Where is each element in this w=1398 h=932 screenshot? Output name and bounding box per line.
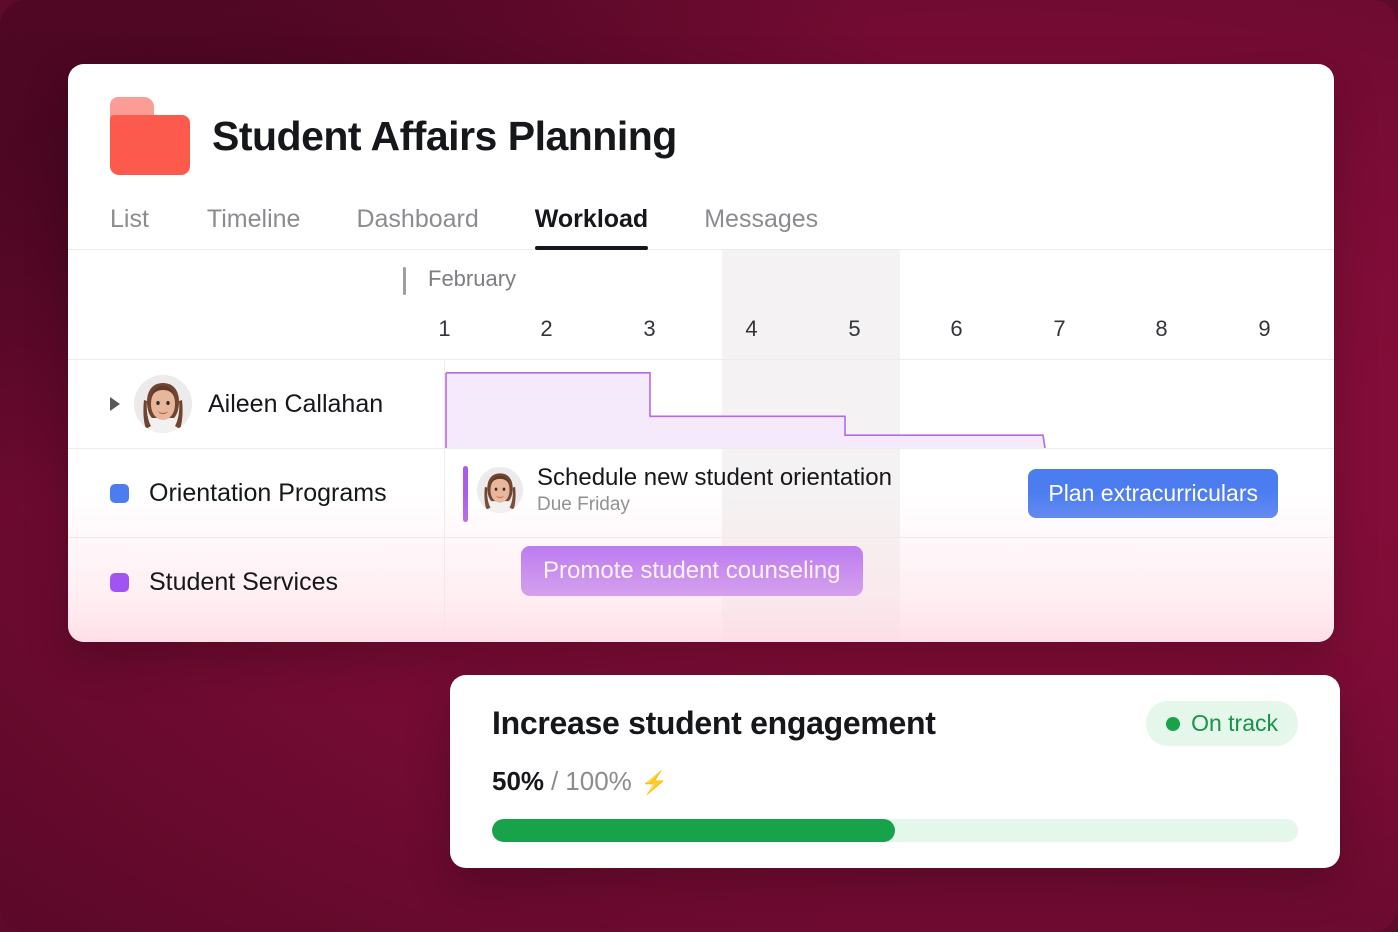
month-header-row: February [68,250,1334,310]
goal-title: Increase student engagement [492,705,936,741]
task-due-date: Due Friday [537,493,630,515]
table-row: Aileen Callahan [68,360,1334,449]
table-row: Orientation Programs Schedule new studen… [68,449,1334,538]
tab-timeline[interactable]: Timeline [179,205,329,249]
project-name: Student Services [149,568,338,596]
goal-progress-bar [492,819,1298,842]
tab-workload[interactable]: Workload [507,205,676,250]
project-header: Student Affairs Planning [68,64,1334,175]
project-row-label-student-services[interactable]: Student Services [68,538,444,627]
goal-metrics: 50% / 100% ⚡ [492,766,1298,797]
color-swatch-icon [110,573,129,592]
avatar [134,375,192,433]
month-label: February [428,266,517,291]
page-title: Student Affairs Planning [212,112,677,159]
goal-metric-separator: / [551,766,559,796]
tab-dashboard[interactable]: Dashboard [328,205,506,249]
workload-timeline: February 1 2 3 4 5 6 7 8 9 Aileen Callah… [68,250,1334,642]
goal-target-value: 100% [565,766,632,796]
avatar [477,466,523,513]
project-row-label-orientation-programs[interactable]: Orientation Programs [68,449,444,537]
day-header-8: 8 [1155,316,1168,341]
goal-card: Increase student engagement On track 50%… [450,675,1340,868]
task-card[interactable]: Schedule new student orientation Due Fri… [463,464,892,522]
day-header-row: 1 2 3 4 5 6 7 8 9 [68,310,1334,360]
month-divider-icon [403,267,406,295]
status-badge[interactable]: On track [1146,701,1298,746]
status-dot-icon [1166,716,1181,731]
plan-extracurriculars-button[interactable]: Plan extracurriculars [1028,469,1278,518]
tab-messages[interactable]: Messages [676,205,846,249]
tab-list[interactable]: List [110,205,179,249]
status-badge-label: On track [1191,710,1278,736]
day-header-3: 3 [643,316,656,341]
task-accent-bar [463,466,468,522]
goal-progress-fill [492,819,895,842]
day-header-9: 9 [1258,316,1271,341]
day-header-2: 2 [540,316,553,341]
task-title: Schedule new student orientation [537,464,892,491]
triangle-right-icon[interactable] [110,397,120,411]
person-row-grid [444,360,1334,448]
tab-bar: List Timeline Dashboard Workload Message… [68,175,1334,250]
orientation-programs-row-grid: Schedule new student orientation Due Fri… [444,449,1334,537]
person-name: Aileen Callahan [208,389,384,418]
project-name: Orientation Programs [149,478,387,507]
lightning-bolt-icon: ⚡ [640,770,669,795]
color-swatch-icon [110,483,129,503]
day-header-5: 5 [848,316,861,341]
person-row-label[interactable]: Aileen Callahan [68,360,444,448]
day-header-6: 6 [950,316,963,341]
day-header-1: 1 [438,316,451,341]
workload-step-chart [445,360,1334,448]
day-header-7: 7 [1053,316,1066,341]
goal-header: Increase student engagement On track [492,701,1298,746]
student-services-row-grid: Promote student counseling [444,538,1334,627]
table-row: Student Services Promote student counsel… [68,538,1334,627]
day-header-4: 4 [745,316,758,341]
timeline-bar-promote-student-counseling[interactable]: Promote student counseling [521,546,863,596]
folder-icon [110,97,190,175]
goal-current-value: 50% [492,766,545,796]
project-card: Student Affairs Planning List Timeline D… [68,64,1334,642]
